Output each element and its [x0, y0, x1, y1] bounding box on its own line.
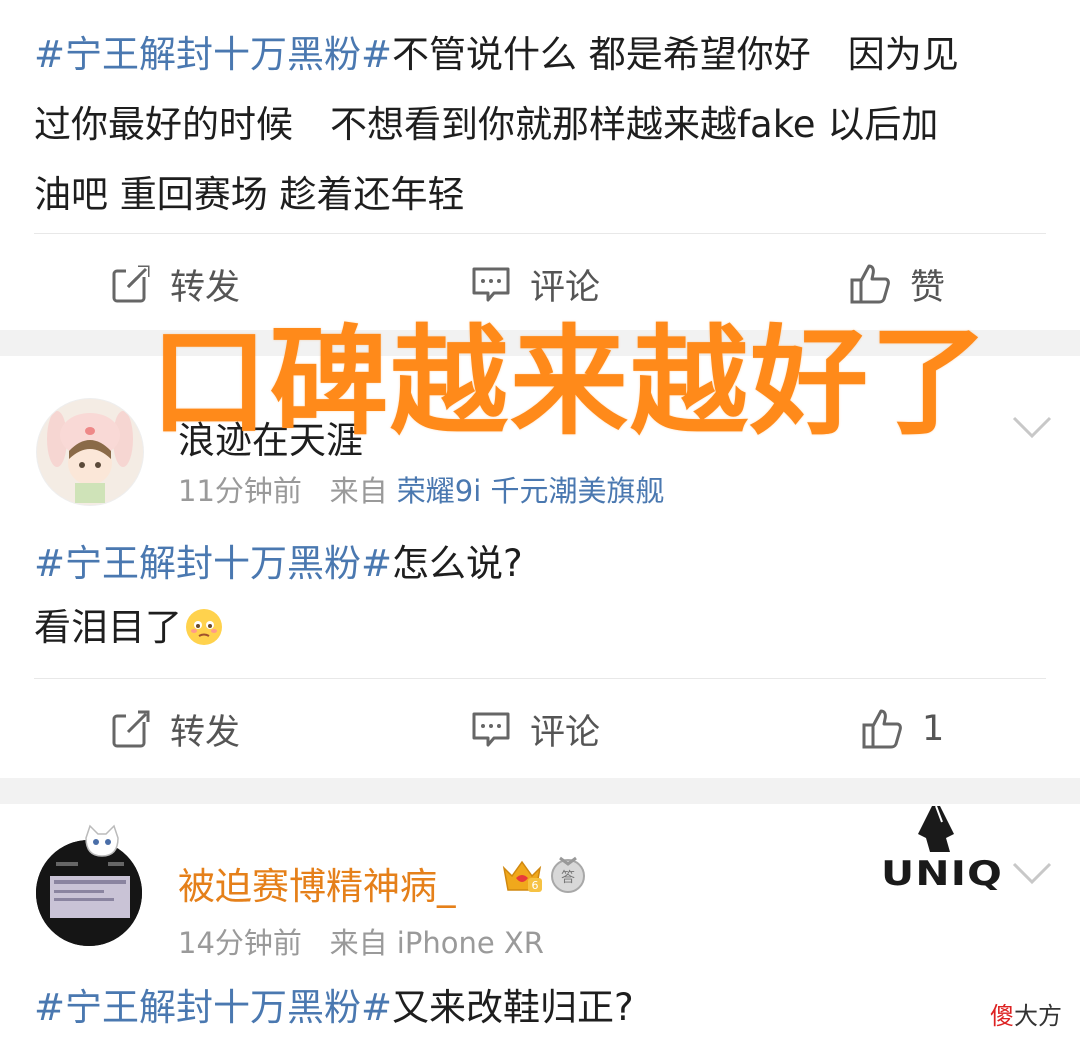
post-2-text-line1: 怎么说?	[392, 542, 523, 585]
post-1-like-button[interactable]: 赞	[848, 254, 945, 314]
post-1-repost-label: 转发	[170, 267, 241, 308]
watermark: 傻大方	[990, 996, 1062, 1031]
like-icon	[862, 709, 902, 749]
avatar-image	[47, 411, 133, 503]
post-3-hashtag[interactable]: #宁王解封十万黑粉#	[34, 986, 392, 1029]
post-3-from-label: 来自	[329, 926, 388, 960]
post-2-meta: 11分钟前 来自 荣耀9i 千元潮美旗舰	[178, 468, 665, 510]
chevron-down-icon[interactable]	[1010, 412, 1054, 442]
watermark-rest: 大方	[1014, 1002, 1062, 1030]
post-2-time: 11分钟前	[178, 474, 302, 508]
overlay-caption: 口碑越来越好了	[150, 313, 991, 451]
cat-avatar-pendant-icon	[85, 824, 119, 857]
post-2-body: #宁王解封十万黑粉#怎么说? 看泪目了	[34, 532, 1046, 660]
post-2-text-line2: 看泪目了	[34, 606, 182, 649]
post-1-hashtag[interactable]: #宁王解封十万黑粉#	[34, 33, 392, 76]
post-1-like-label: 赞	[910, 267, 946, 308]
post-1-divider	[34, 233, 1046, 234]
post-3-meta: 14分钟前 来自 iPhone XR	[178, 920, 544, 962]
chevron-down-icon[interactable]	[1010, 858, 1054, 888]
post-2-like-count: 1	[922, 709, 945, 749]
feed-gap-2	[0, 778, 1080, 804]
corner-logo-text: UNIQ	[881, 854, 1003, 894]
post-3-time: 14分钟前	[178, 926, 302, 960]
post-1: #宁王解封十万黑粉#不管说什么 都是希望你好 因为见 过你最好的时候 不想看到你…	[0, 0, 1080, 330]
post-1-comment-label: 评论	[530, 267, 601, 308]
crown-badge-icon: 6	[502, 860, 542, 892]
avatar[interactable]	[36, 398, 144, 506]
repost-icon	[112, 710, 150, 748]
post-2-repost-button[interactable]: 转发	[110, 699, 240, 759]
like-icon	[850, 264, 890, 304]
watermark-red: 傻	[990, 1002, 1014, 1030]
post-1-repost-button[interactable]: 转发	[110, 254, 240, 314]
comment-icon	[472, 267, 510, 302]
post-2-repost-label: 转发	[170, 712, 241, 753]
post-1-text-line1: 不管说什么 都是希望你好 因为见	[392, 33, 959, 76]
post-2-comment-label: 评论	[530, 712, 601, 753]
post-3-text-line1: 又来改鞋归正?	[392, 986, 634, 1029]
comment-icon	[472, 712, 510, 747]
badge-level: 6	[532, 879, 539, 892]
teary-face-icon	[186, 609, 222, 645]
post-2-like-button[interactable]: 1	[860, 699, 944, 759]
post-2-device[interactable]: 荣耀9i 千元潮美旗舰	[397, 474, 665, 508]
post-1-text-line3: 油吧 重回赛场 趁着还年轻	[34, 173, 465, 216]
post-1-comment-button[interactable]: 评论	[470, 254, 600, 314]
post-3-device: iPhone XR	[396, 926, 544, 960]
svg-text:答: 答	[561, 869, 575, 886]
post-2-divider	[34, 678, 1046, 679]
post-3-body: #宁王解封十万黑粉#又来改鞋归正?	[34, 976, 1046, 1040]
post-3-username[interactable]: 被迫赛博精神病_	[178, 856, 456, 910]
post-2-comment-button[interactable]: 评论	[470, 699, 600, 759]
post-2-from-label: 来自	[329, 474, 388, 508]
post-2-hashtag[interactable]: #宁王解封十万黑粉#	[34, 542, 392, 585]
post-1-body: #宁王解封十万黑粉#不管说什么 都是希望你好 因为见 过你最好的时候 不想看到你…	[34, 20, 1046, 230]
post-1-text-line2: 过你最好的时候 不想看到你就那样越来越fake 以后加	[34, 103, 939, 146]
post-3: 被迫赛博精神病_ 6 答 14分钟前 来自 iPhone XR UNIQ #宁王…	[0, 804, 1080, 1051]
repost-icon	[112, 265, 150, 303]
medal-badge-icon: 答	[551, 856, 585, 893]
